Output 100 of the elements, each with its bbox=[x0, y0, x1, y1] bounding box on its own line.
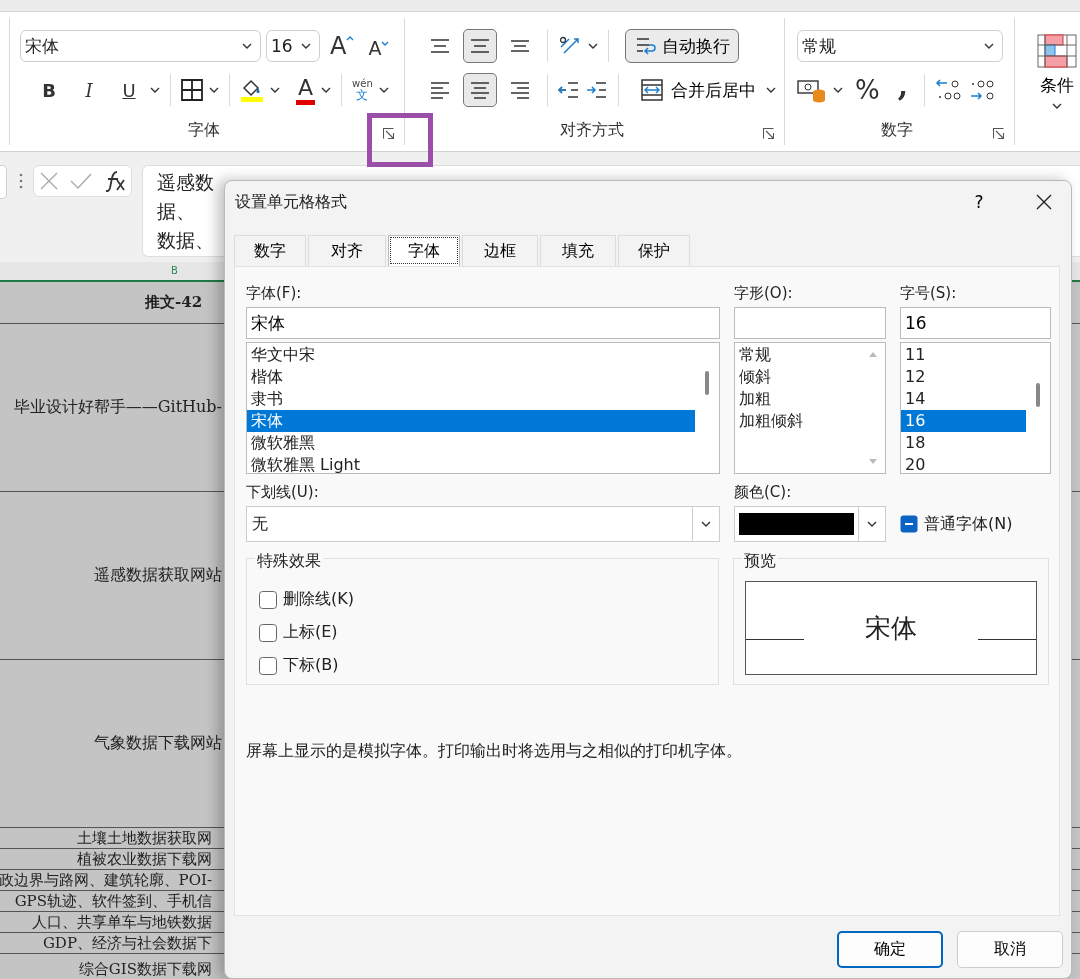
field-label: 字体(F): bbox=[246, 283, 303, 304]
lines-icon bbox=[431, 80, 449, 100]
dialog-button[interactable]: 确定 bbox=[837, 931, 943, 968]
caret-icon[interactable] bbox=[321, 87, 332, 93]
wrap-text-button[interactable]: 自动换行 bbox=[625, 29, 739, 63]
dropdown-value: 无 bbox=[251, 513, 269, 535]
caret-icon[interactable] bbox=[766, 87, 776, 93]
function-icon[interactable] bbox=[103, 170, 126, 192]
decrease-indent-icon[interactable] bbox=[558, 80, 580, 100]
list-item[interactable]: 加粗倾斜 bbox=[735, 410, 861, 432]
list-item[interactable]: 加粗 bbox=[735, 388, 861, 410]
checkbox-icon[interactable] bbox=[259, 623, 277, 642]
currency-icon[interactable] bbox=[797, 77, 827, 103]
column-header[interactable]: B bbox=[171, 265, 178, 276]
list-item[interactable]: 微软雅黑 bbox=[247, 432, 695, 454]
caret-icon bbox=[867, 521, 877, 527]
underline-button[interactable]: U bbox=[114, 75, 144, 105]
table-cell: 推文-42 bbox=[145, 293, 203, 312]
list-item[interactable]: 微软雅黑 Light bbox=[247, 454, 695, 476]
merge-center-label: 合并后居中 bbox=[671, 78, 756, 102]
increase-decimal-icon[interactable] bbox=[935, 78, 964, 102]
list-box[interactable]: 常规 倾斜 加粗 加粗倾斜 bbox=[734, 342, 886, 474]
font-name-dropdown[interactable]: 宋体 bbox=[20, 30, 261, 62]
checkbox-label[interactable]: 删除线(K) bbox=[283, 589, 354, 610]
caret-icon[interactable] bbox=[378, 87, 389, 93]
italic-button[interactable]: I bbox=[74, 75, 104, 105]
check-icon[interactable] bbox=[69, 171, 94, 191]
dialog-launcher-icon[interactable] bbox=[763, 128, 774, 139]
tab[interactable]: 填充 bbox=[540, 235, 616, 266]
align-middle-button[interactable] bbox=[463, 29, 497, 63]
checkbox-icon[interactable] bbox=[259, 656, 277, 675]
checkbox-label[interactable]: 下标(B) bbox=[283, 655, 339, 676]
list-item[interactable]: 华文中宋 bbox=[247, 344, 695, 366]
tab[interactable]: 保护 bbox=[618, 235, 690, 266]
list-item[interactable]: 18 bbox=[901, 432, 1026, 454]
font-color-button[interactable]: A bbox=[296, 75, 316, 105]
merge-center-button[interactable]: 合并后居中 bbox=[637, 78, 760, 102]
caret-icon bbox=[301, 43, 311, 49]
caret-icon[interactable] bbox=[588, 43, 598, 49]
scroll-thumb[interactable] bbox=[1036, 383, 1040, 407]
tab[interactable]: 边框 bbox=[462, 235, 538, 266]
table-cell-text: 毕业设计好帮手——GitHub- bbox=[12, 397, 222, 418]
scroll-thumb[interactable] bbox=[705, 371, 709, 395]
caret-icon[interactable] bbox=[270, 87, 280, 93]
tab[interactable]: 数字 bbox=[234, 235, 306, 266]
list-item[interactable]: 12 bbox=[901, 366, 1026, 388]
checkbox-icon[interactable] bbox=[900, 515, 918, 533]
increase-indent-icon[interactable] bbox=[586, 80, 608, 100]
align-center-button[interactable] bbox=[463, 73, 497, 107]
list-item[interactable]: 宋体 bbox=[247, 410, 695, 432]
checkbox-label[interactable]: 普通字体(N) bbox=[924, 513, 1013, 535]
field-label: 字形(O): bbox=[734, 283, 794, 304]
conditional-format-button[interactable]: 条件 bbox=[1027, 28, 1080, 109]
dialog-launcher-icon[interactable] bbox=[383, 128, 394, 139]
paint-bucket-icon[interactable] bbox=[240, 78, 264, 102]
lines-icon bbox=[471, 80, 489, 100]
comma-style-button[interactable]: , bbox=[891, 67, 915, 113]
list-box[interactable]: 华文中宋 楷体 隶书 宋体 微软雅黑 微软雅黑 Light bbox=[246, 342, 720, 474]
dialog-launcher-icon[interactable] bbox=[993, 128, 1004, 139]
font-size-dropdown[interactable]: 16 bbox=[266, 30, 320, 62]
dialog-button[interactable]: 取消 bbox=[957, 931, 1063, 968]
borders-icon[interactable] bbox=[181, 79, 203, 101]
list-item[interactable]: 16 bbox=[901, 410, 1026, 432]
percent-button[interactable]: % bbox=[849, 75, 886, 105]
close-icon bbox=[1036, 194, 1052, 210]
list-item[interactable]: 14 bbox=[901, 388, 1026, 410]
list-box[interactable]: 11 12 14 16 18 20 bbox=[900, 342, 1051, 474]
list-item[interactable]: 11 bbox=[901, 344, 1026, 366]
shrink-font-button[interactable]: A bbox=[368, 37, 390, 59]
list-item[interactable]: 常规 bbox=[735, 344, 861, 366]
caret-icon[interactable] bbox=[833, 87, 843, 93]
help-button[interactable]: ? bbox=[959, 191, 999, 213]
underline-dropdown[interactable]: 无 bbox=[246, 506, 720, 542]
tab[interactable]: 对齐 bbox=[308, 235, 386, 266]
tab[interactable]: 字体 bbox=[388, 235, 460, 266]
formula-text: 据、 bbox=[157, 199, 195, 224]
grow-font-button[interactable]: A bbox=[330, 32, 355, 60]
caret-icon bbox=[242, 43, 252, 49]
caret-icon bbox=[701, 521, 711, 527]
caret-icon[interactable] bbox=[209, 87, 219, 93]
group-label: 字体 bbox=[188, 120, 220, 141]
bold-button[interactable]: B bbox=[34, 75, 64, 105]
list-item[interactable]: 倾斜 bbox=[735, 366, 861, 388]
group-label: 数字 bbox=[880, 120, 913, 141]
phonetic-button[interactable]: wén 文 bbox=[352, 79, 373, 101]
text-field[interactable]: 宋体 bbox=[246, 307, 720, 339]
caret-icon[interactable] bbox=[150, 87, 160, 93]
list-item[interactable]: 楷体 bbox=[247, 366, 695, 388]
color-dropdown[interactable] bbox=[734, 506, 886, 542]
checkbox-label[interactable]: 上标(E) bbox=[283, 622, 338, 643]
baseline-rule bbox=[978, 638, 1036, 640]
number-format-dropdown[interactable]: 常规 bbox=[797, 30, 1003, 62]
text-field[interactable] bbox=[734, 307, 886, 339]
group-title: 预览 bbox=[741, 551, 778, 572]
table-cell-text: GDP、经济与社会数据下 bbox=[41, 933, 212, 953]
text-field[interactable]: 16 bbox=[900, 307, 1051, 339]
checkbox-icon[interactable] bbox=[259, 590, 277, 609]
list-item[interactable]: 隶书 bbox=[247, 388, 695, 410]
info-text: 屏幕上显示的是模拟字体。打印输出时将选用与之相似的打印机字体。 bbox=[246, 741, 743, 762]
list-item[interactable]: 20 bbox=[901, 454, 1026, 476]
